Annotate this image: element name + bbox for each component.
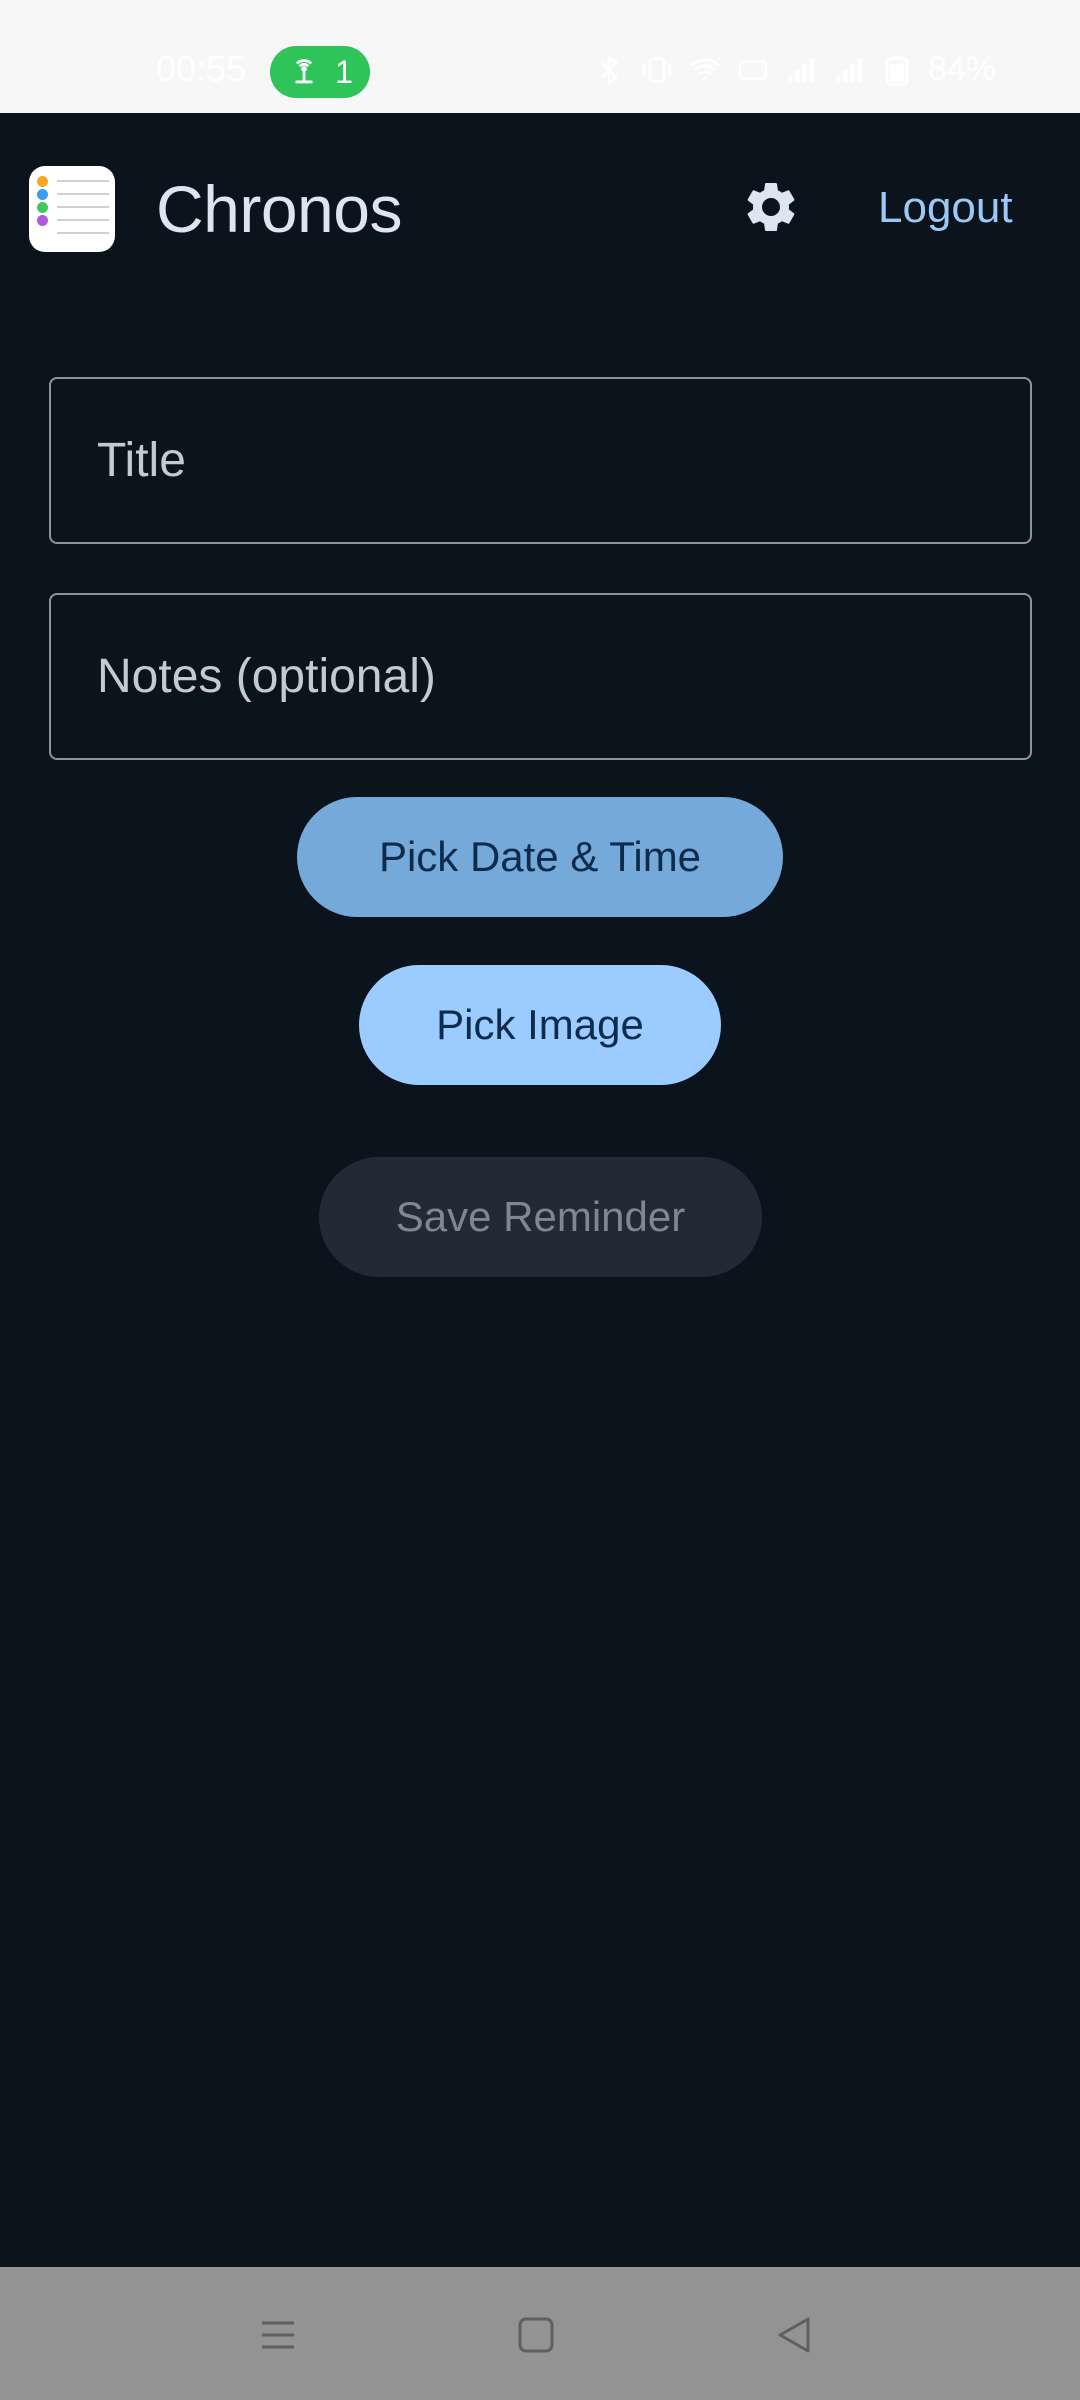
notes-field[interactable]: [49, 593, 1032, 760]
title-input[interactable]: [51, 379, 1030, 542]
app-header: Chronos Logout: [0, 113, 1080, 303]
settings-button[interactable]: [740, 176, 802, 238]
vibrate-icon: [642, 56, 672, 83]
logout-button[interactable]: Logout: [878, 183, 1013, 233]
status-time: 00:55: [156, 48, 247, 89]
gear-icon: [747, 182, 795, 231]
home-button[interactable]: [506, 2305, 566, 2365]
wifi-icon: [689, 57, 721, 81]
notes-input[interactable]: [51, 595, 1030, 758]
hotspot-icon: [295, 59, 313, 84]
status-icons: 84%: [592, 50, 996, 89]
pick-date-time-button[interactable]: Pick Date & Time: [297, 797, 783, 917]
signal-icon: [836, 58, 862, 83]
status-bar: 00:55 1 84%: [0, 0, 1080, 113]
battery-percent: 84%: [927, 50, 996, 88]
title-field[interactable]: [49, 377, 1032, 544]
pick-image-button[interactable]: Pick Image: [359, 965, 721, 1085]
menu-icon: [262, 2321, 294, 2349]
battery-icon: [885, 55, 909, 86]
back-icon: [778, 2317, 810, 2353]
hd-icon: [738, 59, 768, 80]
app-title: Chronos: [156, 172, 402, 246]
bluetooth-icon: [600, 53, 619, 86]
save-reminder-button[interactable]: Save Reminder: [319, 1157, 762, 1277]
signal-icon: [788, 58, 814, 83]
recent-apps-button[interactable]: [248, 2305, 308, 2365]
app-logo: [29, 166, 115, 252]
home-icon: [518, 2317, 554, 2353]
hotspot-count: 1: [335, 53, 353, 90]
hotspot-indicator[interactable]: 1: [270, 46, 370, 98]
back-button[interactable]: [764, 2305, 824, 2365]
system-nav-bar: [0, 2267, 1080, 2400]
